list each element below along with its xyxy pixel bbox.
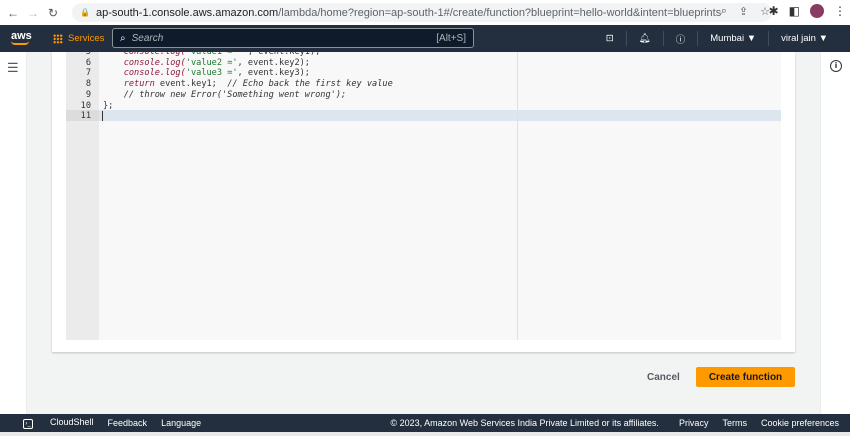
code-line: 7 console.log('value3 =', event.key3); bbox=[66, 68, 781, 79]
aws-logo[interactable]: aws bbox=[11, 30, 33, 45]
language-link[interactable]: Language bbox=[161, 418, 201, 428]
cloudshell-link[interactable]: ›_ CloudShell bbox=[9, 417, 94, 429]
line-number: 8 bbox=[85, 79, 91, 90]
code-token: , event.key1); bbox=[237, 52, 321, 57]
services-menu[interactable]: Services bbox=[53, 33, 104, 44]
code-token: // throw new Error('Something went wrong… bbox=[103, 89, 347, 100]
cookie-preferences-link[interactable]: Cookie preferences bbox=[761, 418, 839, 428]
code-token: }; bbox=[103, 100, 114, 111]
right-panel: i bbox=[820, 52, 850, 414]
code-editor[interactable]: 5 console.log('value1 =' , event.key1); 6… bbox=[66, 52, 781, 340]
cloudshell-icon: ›_ bbox=[23, 419, 33, 429]
services-label: Services bbox=[68, 33, 105, 44]
code-text: return event.key1; // Echo back the firs… bbox=[103, 79, 393, 90]
cloudshell-icon[interactable]: ⊡ bbox=[594, 31, 626, 46]
reload-icon[interactable]: ↻ bbox=[46, 6, 60, 20]
privacy-link[interactable]: Privacy bbox=[679, 418, 709, 428]
sidepanel-icon[interactable]: ◧ bbox=[789, 4, 800, 18]
user-menu[interactable]: viral jain ▼ bbox=[768, 31, 840, 46]
lock-icon: 🔒 bbox=[80, 8, 90, 17]
code-line: 6 console.log('value2 =', event.key2); bbox=[66, 58, 781, 69]
code-line: 10}; bbox=[66, 101, 781, 112]
search-icon: ⌕ bbox=[120, 32, 126, 44]
aws-navbar: aws Services ⌕ [Alt+S] ⊡ 🔔︎ ⓘ Mumbai ▼ v… bbox=[0, 25, 850, 52]
forward-icon[interactable]: → bbox=[26, 6, 40, 20]
info-icon[interactable]: i bbox=[830, 60, 842, 72]
main-content: 5 console.log('value1 =' , event.key1); 6… bbox=[27, 52, 820, 414]
search-box[interactable]: ⌕ [Alt+S] bbox=[112, 28, 474, 48]
code-token: , event.key2); bbox=[237, 57, 310, 68]
line-number: 11 bbox=[80, 111, 91, 122]
zoom-icon[interactable]: ⌕ bbox=[721, 5, 727, 18]
code-token: , event.key3); bbox=[237, 68, 310, 79]
code-token: 'value1 =' bbox=[185, 52, 238, 57]
code-token: // Echo back the first key value bbox=[227, 79, 393, 90]
url-path: /lambda/home?region=ap-south-1#/create/f… bbox=[278, 6, 722, 19]
share-icon[interactable]: ⇪ bbox=[739, 5, 748, 18]
back-icon[interactable]: ← bbox=[6, 6, 20, 20]
extensions-icon[interactable]: ✱ bbox=[769, 4, 779, 18]
line-number: 7 bbox=[85, 68, 91, 79]
code-token: console.log( bbox=[103, 68, 186, 79]
code-token: 'value2 =' bbox=[185, 57, 238, 68]
bell-icon[interactable]: 🔔︎ bbox=[625, 31, 663, 46]
text-cursor bbox=[102, 111, 103, 121]
code-line: 8 return event.key1; // Echo back the fi… bbox=[66, 79, 781, 90]
code-text: }; bbox=[103, 101, 113, 112]
create-function-button[interactable]: Create function bbox=[696, 367, 795, 387]
browser-toolbar: ← → ↻ 🔒 ap-south-1.console.aws.amazon.co… bbox=[0, 0, 850, 25]
cancel-button[interactable]: Cancel bbox=[639, 367, 688, 388]
avatar[interactable] bbox=[810, 4, 824, 18]
code-line: 9 // throw new Error('Something went wro… bbox=[66, 90, 781, 101]
sidebar: ☰ bbox=[0, 52, 27, 414]
code-text: console.log('value3 =', event.key3); bbox=[103, 68, 310, 79]
code-token: console.log( bbox=[103, 52, 186, 57]
footer: ›_ CloudShell Feedback Language © 2023, A… bbox=[0, 414, 850, 432]
address-bar[interactable]: 🔒 ap-south-1.console.aws.amazon.com/lamb… bbox=[72, 3, 772, 22]
code-token: return bbox=[103, 79, 155, 90]
logo-text: aws bbox=[11, 30, 32, 42]
hamburger-icon[interactable]: ☰ bbox=[7, 60, 19, 76]
help-icon[interactable]: ⓘ bbox=[662, 31, 698, 46]
code-panel: 5 console.log('value1 =' , event.key1); 6… bbox=[52, 52, 795, 352]
region-selector[interactable]: Mumbai ▼ bbox=[697, 31, 768, 46]
menu-icon[interactable]: ⋮ bbox=[834, 4, 846, 18]
code-token: event.key1; bbox=[154, 79, 228, 90]
code-line: 11 bbox=[66, 111, 781, 122]
copyright: © 2023, Amazon Web Services India Privat… bbox=[390, 418, 659, 428]
code-text: console.log('value2 =', event.key2); bbox=[103, 58, 310, 69]
search-shortcut: [Alt+S] bbox=[436, 32, 466, 44]
grid-icon bbox=[53, 33, 63, 44]
line-number: 6 bbox=[85, 57, 91, 68]
search-input[interactable] bbox=[131, 32, 437, 44]
code-token: 'value3 =' bbox=[185, 68, 238, 79]
url-host: ap-south-1.console.aws.amazon.com bbox=[95, 6, 279, 19]
line-number: 10 bbox=[80, 100, 91, 111]
code-token: console.log( bbox=[103, 57, 186, 68]
line-number: 9 bbox=[85, 89, 91, 100]
code-text: // throw new Error('Something went wrong… bbox=[103, 89, 347, 101]
cloudshell-label: CloudShell bbox=[50, 417, 94, 427]
terms-link[interactable]: Terms bbox=[722, 418, 747, 428]
feedback-link[interactable]: Feedback bbox=[108, 418, 148, 428]
